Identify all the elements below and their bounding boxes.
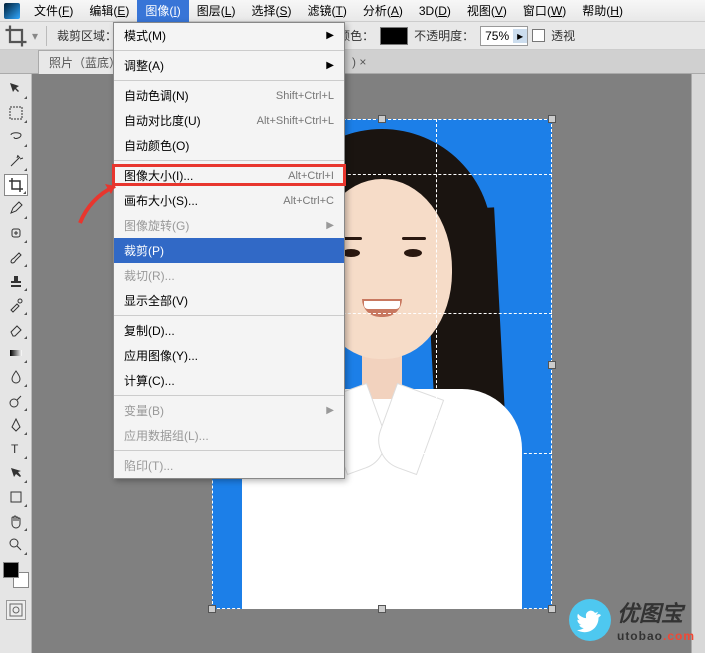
color-swatches[interactable] xyxy=(3,562,29,588)
menu-item[interactable]: 自动色调(N)Shift+Ctrl+L xyxy=(114,83,344,108)
watermark: 优图宝 utobao.com xyxy=(569,596,695,643)
path-select-tool[interactable] xyxy=(4,462,28,484)
crop-handle[interactable] xyxy=(548,361,556,369)
menu-item: 裁切(R)... xyxy=(114,263,344,288)
gradient-tool[interactable] xyxy=(4,342,28,364)
options-toolbar: ▾ 裁剪区域： ▾ 屏蔽 颜色： 不透明度： 75%▸ 透视 xyxy=(0,22,705,50)
crop-tool-icon[interactable] xyxy=(4,24,28,48)
menu-view[interactable]: 视图(V) xyxy=(459,0,515,22)
dodge-tool[interactable] xyxy=(4,390,28,412)
menu-item[interactable]: 画布大小(S)...Alt+Ctrl+C xyxy=(114,188,344,213)
menu-item: 变量(B)▶ xyxy=(114,398,344,423)
menu-item[interactable]: 自动颜色(O) xyxy=(114,133,344,158)
menu-item[interactable]: 显示全部(V) xyxy=(114,288,344,313)
opacity-input[interactable]: 75%▸ xyxy=(480,26,528,46)
menu-item: 应用数据组(L)... xyxy=(114,423,344,448)
menu-file[interactable]: 文件(F) xyxy=(26,0,81,22)
menu-item[interactable]: 复制(D)... xyxy=(114,318,344,343)
opacity-label: 不透明度： xyxy=(412,27,476,44)
menu-item[interactable]: 裁剪(P) xyxy=(114,238,344,263)
menu-3d[interactable]: 3D(D) xyxy=(411,1,459,21)
document-tabs: 照片（蓝底） ) × xyxy=(0,50,705,74)
brush-tool[interactable] xyxy=(4,246,28,268)
menu-item: 陷印(T)... xyxy=(114,453,344,478)
menu-analysis[interactable]: 分析(A) xyxy=(355,0,411,22)
crop-handle[interactable] xyxy=(208,605,216,613)
history-brush-tool[interactable] xyxy=(4,294,28,316)
menu-layer[interactable]: 图层(L) xyxy=(189,0,244,22)
zoom-tool[interactable] xyxy=(4,534,28,556)
shield-color-swatch[interactable] xyxy=(380,27,408,45)
image-menu-dropdown: 模式(M)▶ 调整(A)▶ 自动色调(N)Shift+Ctrl+L自动对比度(U)A… xyxy=(113,22,345,479)
blur-tool[interactable] xyxy=(4,366,28,388)
perspective-checkbox[interactable] xyxy=(532,29,545,42)
lasso-tool[interactable] xyxy=(4,126,28,148)
eraser-tool[interactable] xyxy=(4,318,28,340)
tab-fragment: ) × xyxy=(352,55,366,69)
panel-dock[interactable] xyxy=(691,74,705,653)
eyedropper-tool[interactable] xyxy=(4,198,28,220)
crop-handle[interactable] xyxy=(548,605,556,613)
menu-item[interactable]: 模式(M)▶ xyxy=(114,23,344,48)
perspective-label: 透视 xyxy=(549,27,577,44)
quick-mask-toggle[interactable] xyxy=(6,600,26,620)
menu-image[interactable]: 图像(I) xyxy=(137,0,188,22)
menu-help[interactable]: 帮助(H) xyxy=(574,0,631,22)
menu-item[interactable]: 应用图像(Y)... xyxy=(114,343,344,368)
crop-handle[interactable] xyxy=(548,115,556,123)
hand-tool[interactable] xyxy=(4,510,28,532)
crop-handle[interactable] xyxy=(378,605,386,613)
wand-tool[interactable] xyxy=(4,150,28,172)
watermark-icon xyxy=(569,599,611,641)
menu-item[interactable]: 调整(A)▶ xyxy=(114,53,344,78)
watermark-title: 优图宝 xyxy=(617,596,695,628)
toolbox: T xyxy=(0,74,32,653)
menu-item[interactable]: 图像大小(I)...Alt+Ctrl+I xyxy=(114,163,344,188)
app-icon xyxy=(4,3,20,19)
pen-tool[interactable] xyxy=(4,414,28,436)
crop-handle[interactable] xyxy=(378,115,386,123)
menu-item[interactable]: 自动对比度(U)Alt+Shift+Ctrl+L xyxy=(114,108,344,133)
shape-tool[interactable] xyxy=(4,486,28,508)
svg-text:T: T xyxy=(11,442,19,456)
type-tool[interactable]: T xyxy=(4,438,28,460)
stamp-tool[interactable] xyxy=(4,270,28,292)
crop-tool[interactable] xyxy=(4,174,28,196)
menu-select[interactable]: 选择(S) xyxy=(243,0,299,22)
menu-item[interactable]: 计算(C)... xyxy=(114,368,344,393)
menu-item: 图像旋转(G)▶ xyxy=(114,213,344,238)
heal-tool[interactable] xyxy=(4,222,28,244)
move-tool[interactable] xyxy=(4,78,28,100)
crop-area-label: 裁剪区域： xyxy=(55,27,119,44)
marquee-tool[interactable] xyxy=(4,102,28,124)
menubar: 文件(F) 编辑(E) 图像(I) 图层(L) 选择(S) 滤镜(T) 分析(A… xyxy=(0,0,705,22)
menu-filter[interactable]: 滤镜(T) xyxy=(299,0,354,22)
menu-edit[interactable]: 编辑(E) xyxy=(81,0,137,22)
menu-window[interactable]: 窗口(W) xyxy=(515,0,574,22)
